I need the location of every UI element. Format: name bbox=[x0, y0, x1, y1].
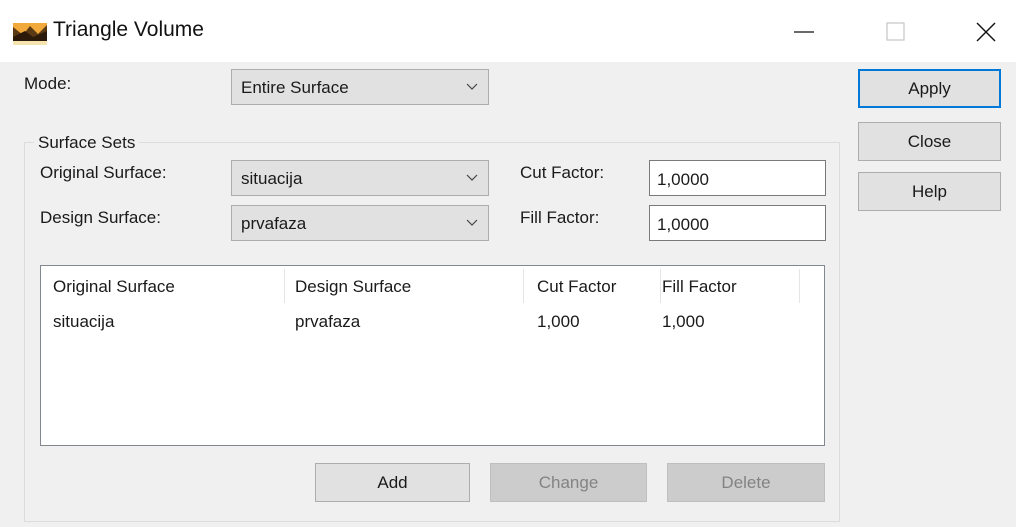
column-separator[interactable] bbox=[523, 269, 524, 303]
cut-factor-input[interactable]: 1,0000 bbox=[649, 160, 826, 196]
column-header-cut-factor[interactable]: Cut Factor bbox=[537, 277, 616, 297]
column-header-fill-factor[interactable]: Fill Factor bbox=[662, 277, 737, 297]
cut-factor-label: Cut Factor: bbox=[520, 163, 605, 182]
mode-label: Mode: bbox=[24, 74, 72, 93]
window-title: Triangle Volume bbox=[53, 18, 204, 41]
delete-button[interactable]: Delete bbox=[667, 463, 825, 502]
design-surface-dropdown[interactable]: prvafaza bbox=[231, 205, 489, 241]
original-surface-dropdown[interactable]: situacija bbox=[231, 160, 489, 196]
surface-sets-list[interactable]: Original Surface Design Surface Cut Fact… bbox=[40, 265, 825, 446]
design-surface-value: prvafaza bbox=[241, 214, 307, 233]
column-separator[interactable] bbox=[799, 269, 800, 303]
close-window-button[interactable] bbox=[956, 0, 1016, 62]
chevron-down-icon bbox=[466, 219, 478, 226]
mode-dropdown[interactable]: Entire Surface bbox=[231, 69, 489, 105]
design-surface-label: Design Surface: bbox=[40, 208, 161, 227]
original-surface-label: Original Surface: bbox=[40, 163, 167, 182]
cell-original-surface: situacija bbox=[53, 312, 115, 331]
original-surface-value: situacija bbox=[241, 169, 303, 188]
fill-factor-value: 1,0000 bbox=[657, 215, 709, 234]
add-button[interactable]: Add bbox=[315, 463, 470, 502]
minimize-icon bbox=[794, 31, 814, 33]
fill-factor-label: Fill Factor: bbox=[520, 208, 600, 227]
mode-value: Entire Surface bbox=[241, 78, 349, 97]
surface-sets-title: Surface Sets bbox=[34, 133, 140, 153]
column-separator[interactable] bbox=[660, 269, 661, 303]
column-header-design-surface[interactable]: Design Surface bbox=[295, 277, 411, 297]
help-button[interactable]: Help bbox=[858, 172, 1001, 211]
column-separator[interactable] bbox=[284, 269, 285, 303]
minimize-button[interactable] bbox=[774, 0, 834, 62]
maximize-icon bbox=[886, 22, 905, 41]
fill-factor-input[interactable]: 1,0000 bbox=[649, 205, 826, 241]
cell-design-surface: prvafaza bbox=[295, 312, 361, 331]
chevron-down-icon bbox=[466, 174, 478, 181]
cut-factor-value: 1,0000 bbox=[657, 170, 709, 189]
chevron-down-icon bbox=[466, 83, 478, 90]
cell-fill-factor: 1,000 bbox=[662, 312, 705, 331]
triangle-surface-icon bbox=[13, 23, 47, 45]
cell-cut-factor: 1,000 bbox=[537, 312, 580, 331]
maximize-button[interactable] bbox=[866, 0, 926, 62]
apply-button[interactable]: Apply bbox=[858, 69, 1001, 108]
close-icon bbox=[976, 22, 996, 42]
column-header-original-surface[interactable]: Original Surface bbox=[53, 277, 175, 297]
close-button[interactable]: Close bbox=[858, 122, 1001, 161]
change-button[interactable]: Change bbox=[490, 463, 647, 502]
title-bar: Triangle Volume bbox=[0, 0, 1016, 62]
